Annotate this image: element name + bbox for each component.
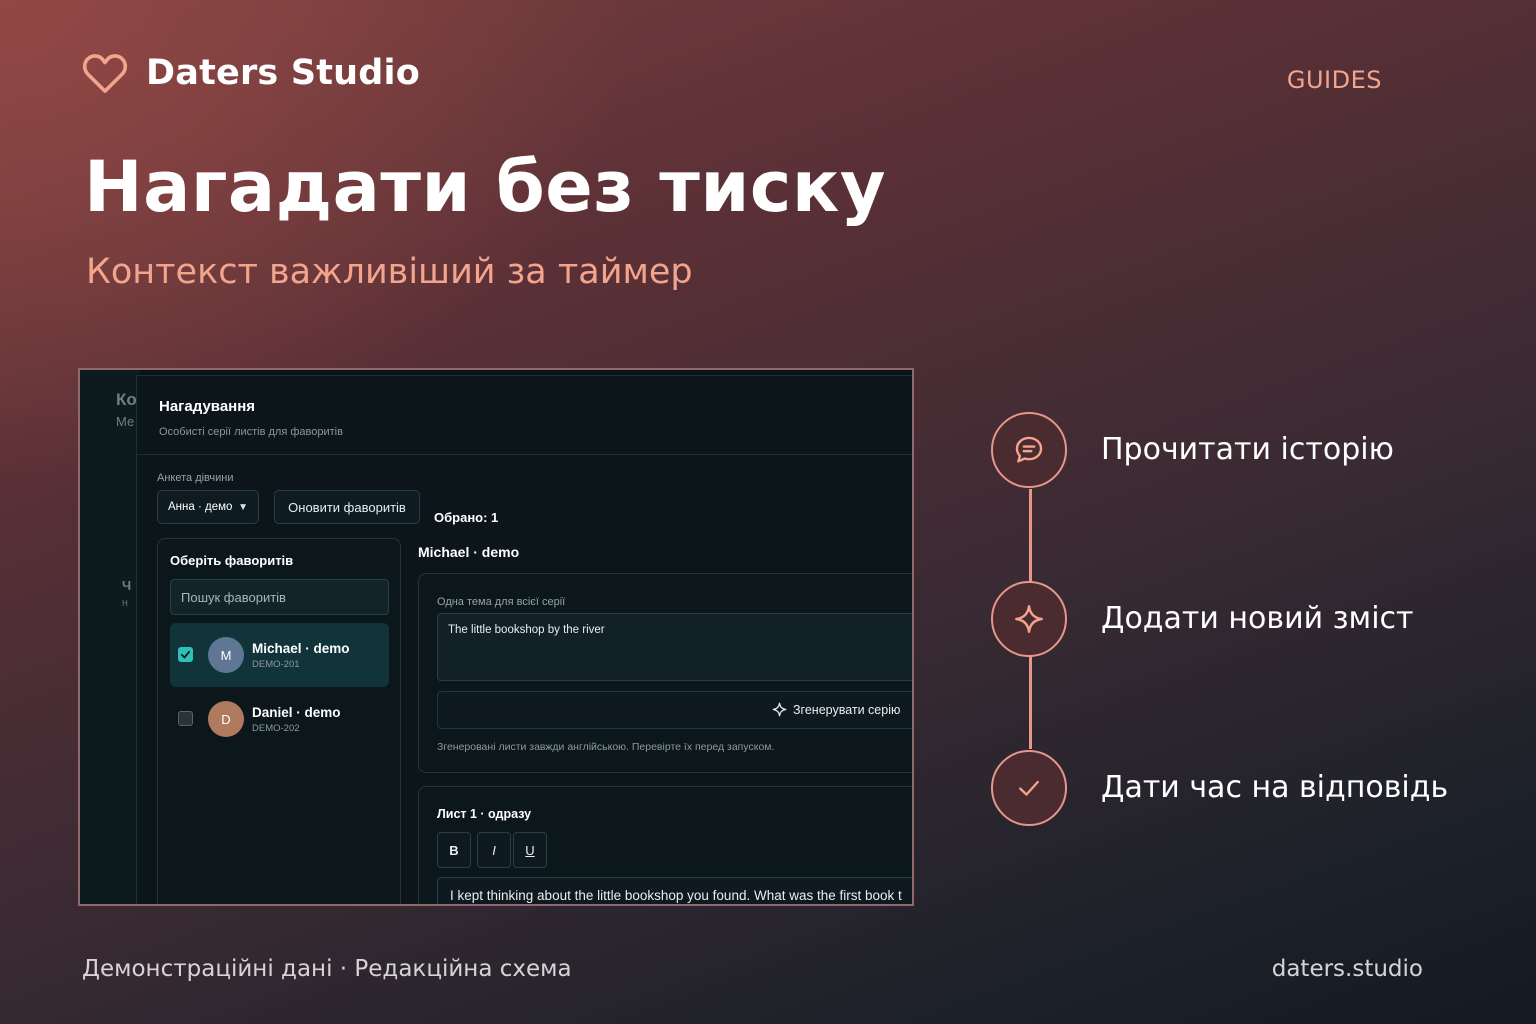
letter-title: Лист 1 · одразу bbox=[437, 807, 532, 821]
sparkle-icon bbox=[1015, 605, 1043, 633]
footer-site-link[interactable]: daters.studio bbox=[1272, 956, 1423, 982]
favorite-id: DEMO-202 bbox=[252, 723, 300, 734]
step-3-label: Дати час на відповідь bbox=[1101, 770, 1449, 805]
panel-subtitle: Особисті серії листів для фаворитів bbox=[159, 426, 343, 438]
letter-card: Лист 1 · одразу B I U I kept thinking ab… bbox=[418, 786, 912, 904]
favorite-checkbox-checked[interactable] bbox=[178, 647, 193, 662]
favorite-checkbox-unchecked[interactable] bbox=[178, 711, 193, 726]
avatar: M bbox=[208, 637, 244, 673]
bold-button[interactable]: B bbox=[437, 832, 471, 868]
theme-textarea[interactable]: The little bookshop by the river bbox=[437, 613, 912, 681]
background-hint-fragment: Н bbox=[122, 599, 128, 608]
background-subtitle-fragment: Ме bbox=[116, 414, 135, 429]
generate-series-button-content: Згенерувати серію bbox=[772, 702, 900, 717]
page-subtitle: Контекст важливіший за таймер bbox=[86, 252, 693, 292]
brand[interactable]: Daters Studio bbox=[82, 52, 420, 94]
footer-note: Демонстраційні дані · Редакційна схема bbox=[82, 956, 572, 982]
step-2-label: Додати новий зміст bbox=[1101, 601, 1414, 636]
profile-label: Анкета дівчини bbox=[157, 472, 234, 484]
brand-name: Daters Studio bbox=[146, 53, 420, 93]
step-1-circle bbox=[991, 412, 1067, 488]
selected-count: Обрано: 1 bbox=[434, 510, 499, 525]
sparkle-icon bbox=[772, 702, 787, 717]
generate-series-button[interactable]: Згенерувати серію bbox=[437, 691, 912, 729]
underline-button[interactable]: U bbox=[513, 832, 547, 868]
background-title-fragment: Ко bbox=[116, 390, 137, 409]
favorites-card: Оберіть фаворитів M Michael · demo DEMO-… bbox=[157, 538, 401, 904]
selected-favorite-name: Michael · demo bbox=[418, 544, 520, 560]
chevron-down-icon: ▼ bbox=[238, 501, 248, 513]
favorites-search-input[interactable] bbox=[170, 579, 389, 615]
check-icon bbox=[180, 650, 191, 659]
theme-label: Одна тема для всієї серії bbox=[437, 596, 566, 608]
generate-series-label: Згенерувати серію bbox=[793, 702, 901, 717]
favorite-name: Michael · demo bbox=[252, 641, 350, 656]
refresh-favorites-button[interactable]: Оновити фаворитів bbox=[274, 490, 420, 524]
app-screenshot: Ко Ме Ч Н Нагадування Особисті серії лис… bbox=[78, 368, 914, 906]
profile-select-value: Анна · демо bbox=[168, 501, 233, 513]
favorite-id: DEMO-201 bbox=[252, 659, 300, 670]
series-theme-card: Одна тема для всієї серії The little boo… bbox=[418, 573, 912, 773]
panel-header: Нагадування Особисті серії листів для фа… bbox=[137, 376, 912, 455]
background-sidebar bbox=[80, 370, 140, 904]
avatar: D bbox=[208, 701, 244, 737]
step-2-circle bbox=[991, 581, 1067, 657]
reminders-panel: Нагадування Особисті серії листів для фа… bbox=[136, 375, 912, 904]
heart-icon bbox=[82, 54, 128, 93]
favorite-name: Daniel · demo bbox=[252, 705, 341, 720]
favorites-heading: Оберіть фаворитів bbox=[170, 553, 294, 568]
page-title: Нагадати без тиску bbox=[84, 146, 887, 228]
panel-title: Нагадування bbox=[159, 398, 256, 415]
guides-link[interactable]: GUIDES bbox=[1287, 66, 1382, 94]
favorite-item-daniel[interactable]: D Daniel · demo DEMO-202 bbox=[170, 687, 389, 751]
chat-bubble-icon bbox=[1015, 436, 1043, 463]
letter-body-editor[interactable]: I kept thinking about the little booksho… bbox=[437, 877, 912, 904]
generate-note: Згенеровані листи завжди англійською. Пе… bbox=[437, 741, 775, 753]
background-section-fragment: Ч bbox=[122, 578, 132, 593]
step-1-label: Прочитати історію bbox=[1101, 432, 1394, 467]
italic-button[interactable]: I bbox=[477, 832, 511, 868]
profile-select[interactable]: Анна · демо ▼ bbox=[157, 490, 259, 524]
check-icon bbox=[1019, 780, 1039, 796]
favorite-item-michael[interactable]: M Michael · demo DEMO-201 bbox=[170, 623, 389, 687]
step-3-circle bbox=[991, 750, 1067, 826]
